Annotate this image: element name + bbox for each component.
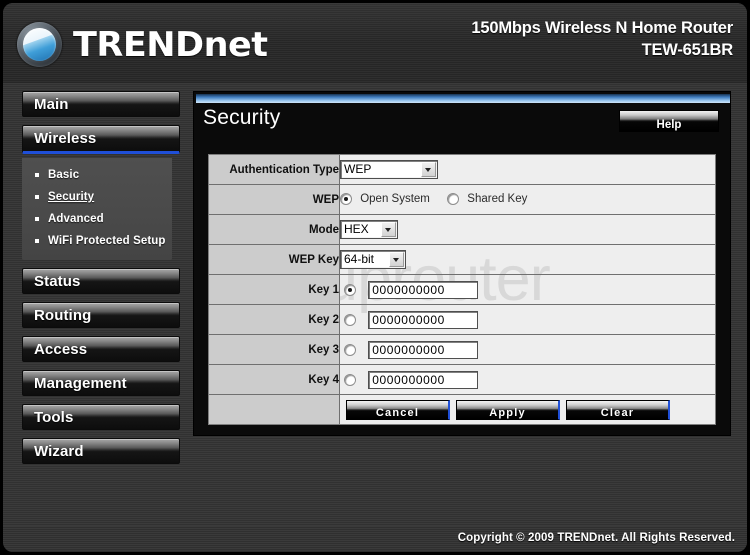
radio-key-1[interactable]	[344, 283, 356, 296]
brand-logo: TRENDnet	[17, 22, 268, 67]
page-title: Security	[203, 106, 281, 129]
sidebar-item-tools[interactable]: Tools	[22, 404, 180, 430]
page-header: TRENDnet 150Mbps Wireless N Home Router …	[3, 3, 747, 83]
cell-wep-key: 64-bit	[339, 244, 715, 275]
chevron-down-icon[interactable]	[381, 222, 396, 237]
product-info: 150Mbps Wireless N Home Router TEW-651BR	[471, 17, 733, 61]
sidebar-subitem-wps-label: WiFi Protected Setup	[48, 235, 166, 247]
brand-name: TRENDnet	[73, 24, 268, 65]
label-key-1: Key 1	[209, 274, 340, 305]
sidebar-subitem-security-label: Security	[48, 191, 95, 203]
row-key-1: Key 1	[209, 274, 715, 305]
label-open-system[interactable]: Open System	[360, 193, 430, 205]
radio-key-3[interactable]	[344, 343, 356, 356]
security-settings-table: Authentication Type WEP WEP Open System …	[209, 155, 715, 424]
cell-wep-mode: Open System Shared Key	[339, 184, 715, 215]
label-shared-key[interactable]: Shared Key	[467, 193, 527, 205]
key-3-input[interactable]	[368, 340, 479, 359]
row-key-4: Key 4	[209, 364, 715, 395]
sidebar-subitem-advanced-label: Advanced	[48, 213, 104, 225]
cell-key-3	[339, 334, 715, 365]
copyright-label: Copyright © 2009 TRENDnet. All Rights Re…	[457, 532, 735, 544]
trendnet-globe-icon	[17, 22, 62, 67]
cell-form-actions: Cancel Apply Clear	[339, 394, 715, 424]
row-authentication-type: Authentication Type WEP	[209, 155, 715, 185]
cell-mode: HEX	[339, 214, 715, 245]
label-authentication-type: Authentication Type	[209, 155, 340, 185]
radio-key-4[interactable]	[344, 373, 356, 386]
window-shell: TRENDnet 150Mbps Wireless N Home Router …	[3, 3, 747, 552]
sidebar-subitem-advanced[interactable]: Advanced	[22, 208, 172, 230]
panel-accent-bar	[196, 94, 730, 103]
sidebar-item-wireless[interactable]: Wireless	[22, 125, 180, 154]
key-4-input[interactable]	[368, 370, 479, 389]
sidebar-item-management[interactable]: Management	[22, 370, 180, 396]
sidebar-item-status[interactable]: Status	[22, 268, 180, 294]
label-key-2: Key 2	[209, 304, 340, 335]
sidebar-item-main[interactable]: Main	[22, 91, 180, 117]
model-number-label: TEW-651BR	[641, 41, 734, 59]
authentication-type-select[interactable]: WEP	[340, 160, 438, 179]
radio-key-2[interactable]	[344, 313, 356, 326]
cell-key-2	[339, 304, 715, 335]
form-action-bar: Cancel Apply Clear	[340, 396, 715, 424]
sidebar-subitem-basic-label: Basic	[48, 169, 80, 181]
row-wep-key: WEP Key 64-bit	[209, 244, 715, 275]
cell-key-4	[339, 364, 715, 395]
product-line-label: 150Mbps Wireless N Home Router	[471, 19, 733, 37]
row-form-actions: Cancel Apply Clear	[209, 394, 715, 424]
security-form: setuprouter Authentication Type WEP WEP …	[208, 154, 716, 425]
sidebar-item-routing[interactable]: Routing	[22, 302, 180, 328]
cell-authentication-type: WEP	[340, 155, 716, 185]
help-button[interactable]: Help	[619, 110, 719, 132]
sidebar-nav: Main Wireless Basic Security Advanced Wi…	[22, 91, 180, 472]
sidebar-subitem-wifi-protected-setup[interactable]: WiFi Protected Setup	[22, 230, 172, 252]
wep-key-length-select[interactable]: 64-bit	[340, 250, 406, 269]
cancel-button[interactable]: Cancel	[346, 399, 450, 420]
sidebar-subitem-security[interactable]: Security	[22, 186, 172, 208]
label-wep-key: WEP Key	[209, 244, 340, 275]
row-wep: WEP Open System Shared Key	[209, 184, 715, 215]
sidebar-subitem-basic[interactable]: Basic	[22, 164, 172, 186]
cell-key-1	[339, 274, 715, 305]
row-mode: Mode HEX	[209, 214, 715, 245]
key-2-input[interactable]	[368, 310, 479, 329]
chevron-down-icon[interactable]	[421, 162, 436, 177]
apply-button[interactable]: Apply	[456, 399, 560, 420]
label-mode: Mode	[209, 214, 340, 245]
sidebar-subnav-wireless: Basic Security Advanced WiFi Protected S…	[22, 158, 172, 260]
sidebar-item-wizard[interactable]: Wizard	[22, 438, 180, 464]
content-panel: Security Help setuprouter Authentication…	[193, 91, 731, 436]
mode-select[interactable]: HEX	[340, 220, 398, 239]
router-admin-page: TRENDnet 150Mbps Wireless N Home Router …	[0, 0, 750, 555]
sidebar-item-access[interactable]: Access	[22, 336, 180, 362]
row-key-3: Key 3	[209, 334, 715, 365]
label-key-3: Key 3	[209, 334, 340, 365]
radio-shared-key[interactable]	[447, 193, 460, 206]
label-key-4: Key 4	[209, 364, 340, 395]
chevron-down-icon[interactable]	[389, 252, 404, 267]
label-form-actions-spacer	[209, 394, 340, 424]
label-wep: WEP	[209, 184, 340, 215]
page-footer: Copyright © 2009 TRENDnet. All Rights Re…	[3, 526, 747, 552]
row-key-2: Key 2	[209, 304, 715, 335]
radio-open-system[interactable]	[340, 193, 352, 206]
key-1-input[interactable]	[368, 280, 479, 299]
clear-button[interactable]: Clear	[566, 399, 670, 420]
